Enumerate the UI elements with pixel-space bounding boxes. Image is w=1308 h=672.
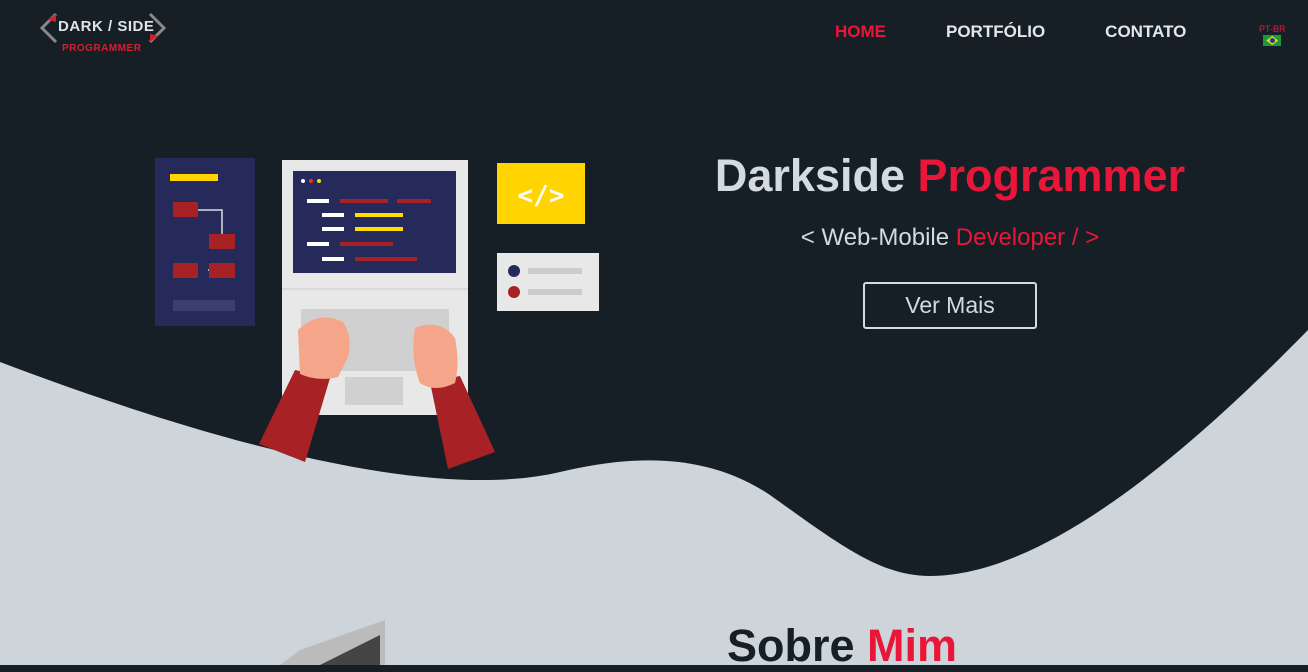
logo[interactable]: DARK / SIDE PROGRAMMER [38,10,168,58]
hero-subtitle: < Web-Mobile Developer / > [660,224,1240,252]
ver-mais-button[interactable]: Ver Mais [863,282,1037,329]
nav-contato[interactable]: CONTATO [1105,22,1186,42]
hero-subtitle-part1: < Web-Mobile [800,224,950,251]
hero-subtitle-part2: Developer / > [955,224,1100,251]
nav-portfolio[interactable]: PORTFÓLIO [946,22,1045,42]
about-title: Sobre Mim [727,620,957,672]
logo-text: DARK / SIDE [58,18,155,35]
svg-text:</>: </> [518,181,565,211]
brazil-flag-icon [1263,35,1282,46]
hero: Darkside Programmer < Web-Mobile Develop… [660,150,1240,329]
hero-title: Darkside Programmer [660,150,1240,202]
hero-title-part2: Programmer [917,150,1186,201]
logo-subtext: PROGRAMMER [62,43,142,54]
main-nav: HOME PORTFÓLIO CONTATO [835,22,1246,42]
language-label: PT-BR [1259,24,1286,34]
about-title-part1: Sobre [727,620,855,671]
developer-illustration: </> [155,158,599,665]
hero-title-part1: Darkside [714,150,905,201]
nav-home[interactable]: HOME [835,22,886,42]
about-title-part2: Mim [867,620,958,671]
language-switch[interactable]: PT-BR [1259,24,1286,46]
